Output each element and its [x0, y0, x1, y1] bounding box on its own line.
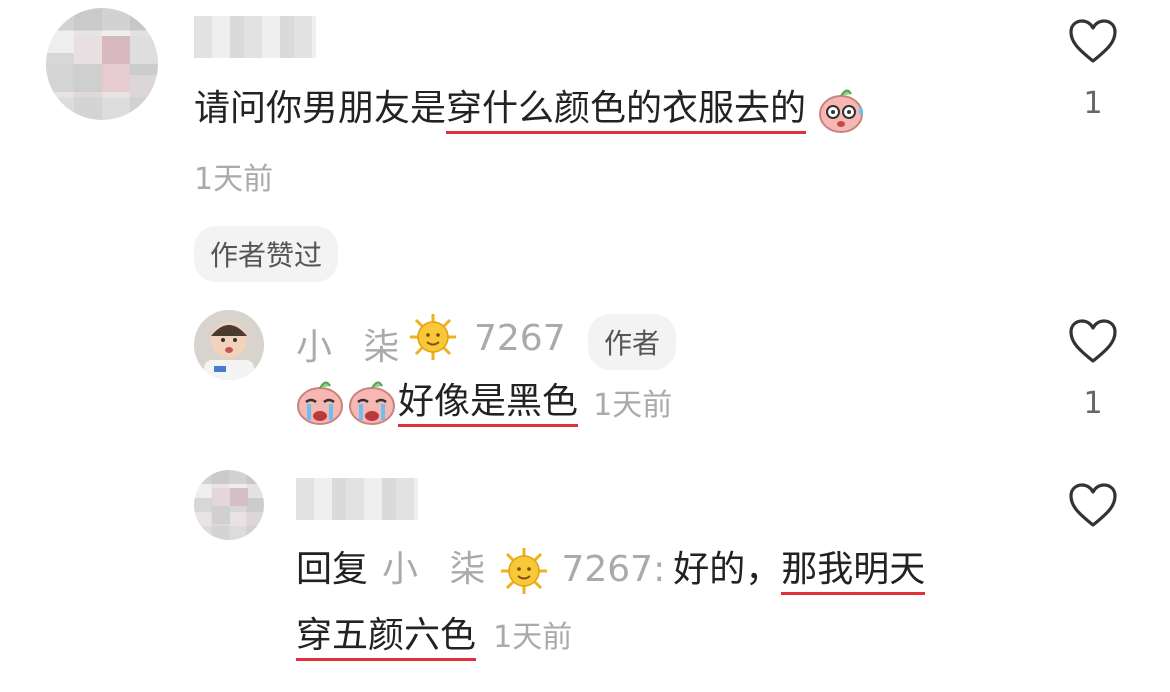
like-heart-icon[interactable] — [1068, 318, 1118, 364]
like-heart-icon[interactable] — [1068, 482, 1118, 528]
crying-face-emoji — [297, 381, 343, 425]
like-heart-icon[interactable] — [1068, 18, 1118, 64]
reply-level: 7267 — [474, 318, 566, 359]
username-blurred[interactable] — [194, 16, 316, 58]
reply-text-highlight: 那我明天 — [781, 549, 926, 595]
reply-username[interactable]: 小 柒 — [296, 318, 409, 370]
avatar[interactable] — [194, 470, 264, 540]
avatar[interactable] — [194, 310, 264, 380]
reply-to-level: 7267: — [561, 549, 666, 590]
reply-time: 1天前 — [593, 388, 673, 423]
baby-avatar-image — [194, 310, 264, 380]
sun-icon — [410, 314, 456, 360]
comment-text: 请问你男朋友是穿什么颜色的衣服去的 — [194, 84, 869, 136]
reply-time: 1天前 — [493, 620, 573, 655]
sun-icon — [501, 548, 548, 594]
username-blurred[interactable] — [296, 478, 418, 520]
crying-face-emoji — [349, 381, 395, 425]
comment-text-highlight: 穿什么颜色的衣服去的 — [446, 88, 807, 134]
like-count: 1 — [1083, 386, 1103, 421]
reply-text-highlight: 穿五颜六色 — [296, 615, 477, 661]
reply-text-row: 好像是黑色 1天前 — [294, 376, 672, 428]
like-count: 1 — [1083, 86, 1103, 121]
reply-text-highlight: 好像是黑色 — [398, 381, 579, 427]
reply-text-plain: 好的， — [673, 549, 782, 590]
reply-text-line1: 回复小 柒 7267: 好的，那我明天 — [296, 546, 926, 596]
author-tag: 作者 — [588, 314, 677, 370]
author-liked-badge: 作者赞过 — [194, 226, 339, 282]
reply-to-username[interactable]: 小 柒 — [382, 549, 495, 590]
comment-time: 1天前 — [194, 162, 274, 197]
reply-prefix: 回复 — [296, 549, 369, 590]
comment-text-plain: 请问你男朋友是 — [194, 88, 447, 129]
reply-text-line2: 穿五颜六色 1天前 — [296, 612, 573, 661]
avatar[interactable] — [46, 8, 158, 120]
sweat-face-emoji — [819, 89, 864, 133]
